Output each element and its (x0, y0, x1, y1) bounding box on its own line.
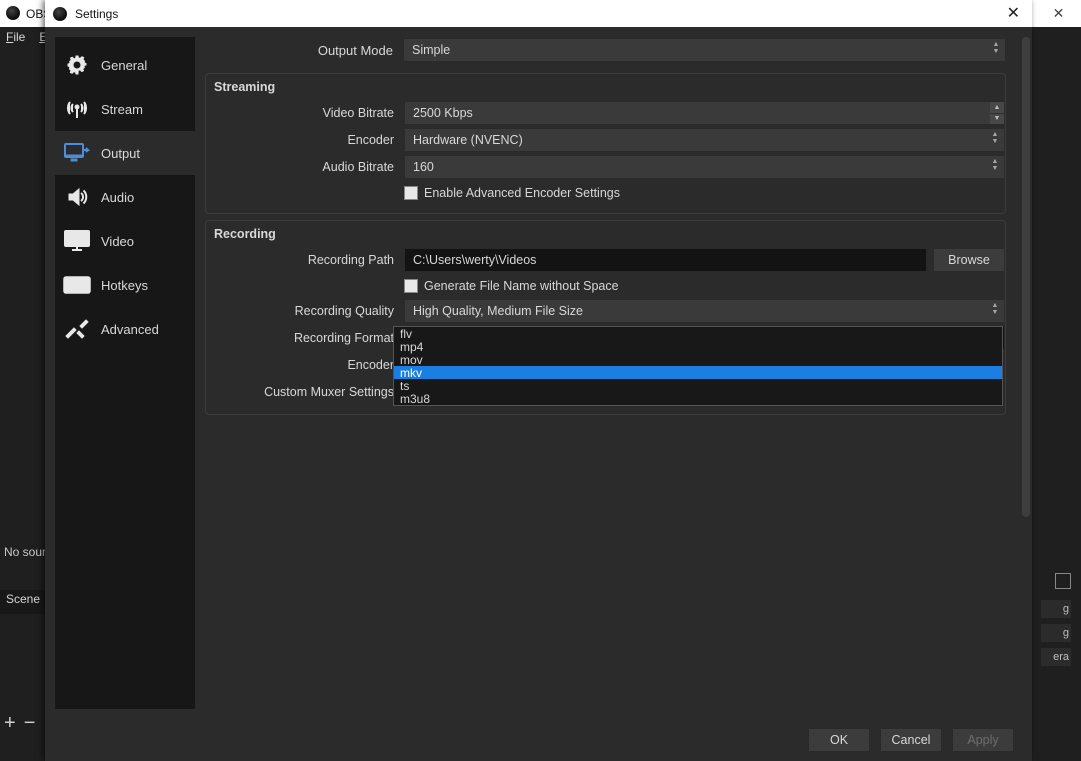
sidebar-item-hotkeys[interactable]: Hotkeys (55, 263, 195, 307)
enable-advanced-label: Enable Advanced Encoder Settings (424, 186, 620, 200)
recording-quality-label: Recording Quality (206, 304, 404, 318)
dialog-titlebar: Settings ✕ (45, 0, 1032, 27)
audio-bitrate-select[interactable]: 160 ▲▼ (404, 155, 1005, 179)
sidebar-item-label: Advanced (101, 322, 159, 337)
spinner-icon[interactable]: ▲▼ (990, 102, 1004, 124)
sidebar-item-general[interactable]: General (55, 43, 195, 87)
antenna-icon (63, 95, 91, 123)
output-mode-value: Simple (412, 43, 450, 57)
menu-file[interactable]: File (6, 30, 25, 44)
obs-app-icon (6, 6, 20, 20)
streaming-group: Streaming Video Bitrate 2500 Kbps ▲▼ Enc… (205, 73, 1006, 214)
sidebar-item-label: Audio (101, 190, 134, 205)
ok-button[interactable]: OK (808, 728, 870, 752)
close-icon[interactable]: ✕ (1007, 3, 1020, 23)
chevron-updown-icon: ▲▼ (990, 131, 1000, 145)
scrollbar[interactable] (1022, 37, 1030, 517)
recording-title: Recording (206, 221, 1005, 247)
recording-quality-select[interactable]: High Quality, Medium File Size ▲▼ (404, 299, 1005, 323)
custom-muxer-label: Custom Muxer Settings (206, 385, 404, 399)
dialog-app-icon (53, 7, 67, 21)
apply-button[interactable]: Apply (952, 728, 1014, 752)
chevron-updown-icon: ▲▼ (990, 302, 1000, 316)
encoder-value: Hardware (NVENC) (413, 133, 523, 147)
sidebar-item-label: Video (101, 234, 134, 249)
recording-format-label: Recording Format (206, 331, 404, 345)
format-option-ts[interactable]: ts (394, 379, 1002, 392)
format-option-m3u8[interactable]: m3u8 (394, 392, 1002, 405)
chevron-updown-icon: ▲▼ (990, 158, 1000, 172)
recording-format-dropdown: flv mp4 mov mkv ts m3u8 (393, 326, 1003, 406)
settings-dialog: Settings ✕ General Stream Outp (45, 0, 1032, 761)
encoder-label: Encoder (206, 133, 404, 147)
dialog-footer: OK Cancel Apply (45, 719, 1032, 761)
sidebar-item-label: Output (101, 146, 140, 161)
recording-quality-value: High Quality, Medium File Size (413, 304, 583, 318)
bg-right-list: g g era (1041, 600, 1071, 666)
settings-main-panel: Output Mode Simple ▲▼ Streaming Video Bi… (195, 27, 1032, 719)
audio-bitrate-value: 160 (413, 160, 434, 174)
sidebar-item-output[interactable]: Output (55, 131, 195, 175)
tools-icon (63, 315, 91, 343)
sidebar-item-label: Stream (101, 102, 143, 117)
monitor-icon (63, 227, 91, 255)
recording-encoder-label: Encoder (206, 358, 404, 372)
gear-icon (63, 51, 91, 79)
panel-toggle-icon[interactable] (1055, 573, 1071, 589)
encoder-select[interactable]: Hardware (NVENC) ▲▼ (404, 128, 1005, 152)
dialog-title: Settings (75, 7, 118, 21)
recording-path-label: Recording Path (206, 253, 404, 267)
output-mode-label: Output Mode (205, 43, 403, 58)
sidebar-item-audio[interactable]: Audio (55, 175, 195, 219)
browse-button[interactable]: Browse (933, 248, 1005, 272)
remove-scene-button[interactable]: − (24, 712, 36, 735)
generate-filename-label: Generate File Name without Space (424, 279, 619, 293)
sidebar-item-stream[interactable]: Stream (55, 87, 195, 131)
chevron-updown-icon: ▲▼ (991, 41, 1001, 55)
cancel-button[interactable]: Cancel (880, 728, 942, 752)
enable-advanced-checkbox[interactable] (404, 186, 418, 200)
speaker-icon (63, 183, 91, 211)
sidebar-item-label: Hotkeys (101, 278, 148, 293)
list-item[interactable]: g (1041, 600, 1071, 618)
video-bitrate-input[interactable]: 2500 Kbps ▲▼ (404, 101, 1005, 125)
obs-close-icon[interactable]: ✕ (1036, 0, 1081, 27)
output-icon (63, 139, 91, 167)
sidebar-item-advanced[interactable]: Advanced (55, 307, 195, 351)
recording-path-input[interactable]: C:\Users\werty\Videos (404, 248, 927, 272)
output-mode-select[interactable]: Simple ▲▼ (403, 38, 1006, 62)
audio-bitrate-label: Audio Bitrate (206, 160, 404, 174)
streaming-title: Streaming (206, 74, 1005, 100)
generate-filename-checkbox[interactable] (404, 279, 418, 293)
format-option-mov[interactable]: mov (394, 353, 1002, 366)
list-item[interactable]: era (1041, 648, 1071, 666)
video-bitrate-value: 2500 Kbps (413, 106, 473, 120)
format-option-mkv[interactable]: mkv (394, 366, 1002, 379)
sidebar-item-video[interactable]: Video (55, 219, 195, 263)
add-scene-button[interactable]: + (4, 712, 16, 735)
recording-path-value: C:\Users\werty\Videos (413, 253, 536, 267)
video-bitrate-label: Video Bitrate (206, 106, 404, 120)
list-item[interactable]: g (1041, 624, 1071, 642)
format-option-flv[interactable]: flv (394, 327, 1002, 340)
settings-sidebar: General Stream Output Audio (55, 37, 195, 709)
sidebar-item-label: General (101, 58, 147, 73)
keyboard-icon (63, 271, 91, 299)
format-option-mp4[interactable]: mp4 (394, 340, 1002, 353)
